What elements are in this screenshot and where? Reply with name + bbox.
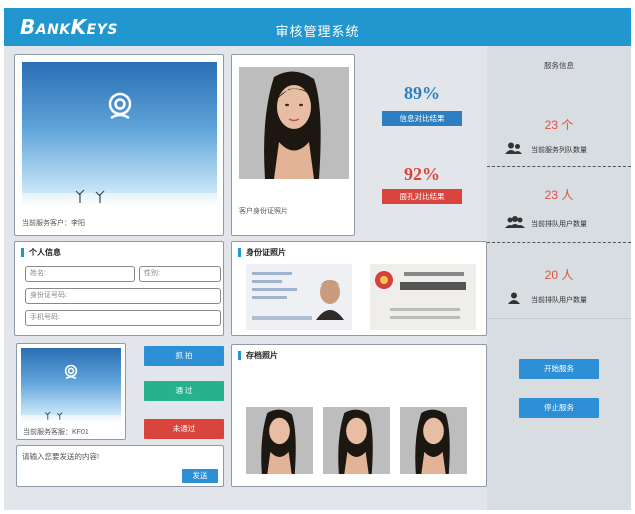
waiting-users-count: 23 人: [544, 188, 574, 202]
page-title: 审核管理系统: [275, 24, 360, 39]
info-match-percent: 89%: [404, 83, 440, 103]
id-card-back: [370, 264, 476, 330]
id-card-front: [246, 264, 352, 330]
divider: [487, 242, 631, 243]
message-panel: 请输入您要发送的内容! 发送: [16, 445, 224, 487]
tree-silhouette: [75, 189, 105, 203]
webcam-icon: [108, 92, 132, 120]
queue-count: 23 个: [544, 118, 574, 132]
webcam-icon: [64, 364, 78, 380]
id-card-photos-title: 身份证照片: [238, 248, 286, 257]
message-input[interactable]: 请输入您要发送的内容!: [22, 451, 99, 462]
name-field[interactable]: 姓名:: [25, 266, 135, 282]
agent-caption: 当前服务客服：KF01: [23, 429, 89, 436]
customer-camera-panel: 当前服务客户：李阳: [14, 54, 224, 236]
gender-field[interactable]: 性别:: [139, 266, 221, 282]
face-match-label: 面孔对比结果: [382, 189, 462, 204]
id-card-photos-panel: 身份证照片: [231, 241, 487, 336]
face-match-percent: 92%: [404, 164, 440, 184]
queue-count-label: 当前服务列队数量: [531, 147, 587, 154]
id-number-field[interactable]: 身份证号码:: [25, 288, 221, 304]
service-info-title: 服务信息: [544, 61, 574, 70]
users-group-icon: [505, 216, 525, 228]
phone-field[interactable]: 手机号码:: [25, 310, 221, 326]
tree-silhouette: [45, 411, 63, 420]
id-compare-panel: 客户身份证照片: [231, 54, 355, 236]
user-icon: [508, 292, 520, 304]
app-window: BANKKEYS 审核管理系统 当前服务客户：李阳 客户身份证照片 89% 信息…: [4, 8, 631, 510]
customer-id-photo: [239, 67, 349, 179]
start-service-button[interactable]: 开始服务: [519, 359, 599, 379]
queued-users-count: 20 人: [544, 268, 574, 282]
id-photo-caption: 客户身份证照片: [239, 208, 288, 215]
archive-photos-panel: 存档照片: [231, 344, 487, 487]
stop-service-button[interactable]: 停止服务: [519, 398, 599, 418]
personal-info-title: 个人信息: [21, 248, 61, 257]
approve-button[interactable]: 通 过: [144, 381, 224, 401]
archive-photo-2[interactable]: [323, 407, 390, 474]
send-button[interactable]: 发送: [182, 469, 218, 483]
agent-camera-panel: 当前服务客服：KF01: [16, 343, 126, 440]
customer-video-feed[interactable]: [22, 62, 217, 208]
waiting-users-label: 当前排队用户数量: [531, 221, 587, 228]
queued-users-label: 当前排队用户数量: [531, 297, 587, 304]
reject-button[interactable]: 未通过: [144, 419, 224, 439]
divider: [487, 166, 631, 167]
archive-photo-1[interactable]: [246, 407, 313, 474]
agent-video-feed[interactable]: [21, 348, 121, 422]
service-info-sidebar: 服务信息 23 个 当前服务列队数量 23 人 当前排队用户数量 20 人 当前…: [487, 46, 631, 510]
customer-caption: 当前服务客户：李阳: [22, 220, 85, 227]
archive-photo-3[interactable]: [400, 407, 467, 474]
info-match-label: 信息对比结果: [382, 111, 462, 126]
header-bar: BANKKEYS 审核管理系统: [4, 8, 631, 46]
personal-info-panel: 个人信息 姓名: 性别: 身份证号码: 手机号码:: [14, 241, 224, 336]
capture-button[interactable]: 抓 拍: [144, 346, 224, 366]
archive-photos-title: 存档照片: [238, 351, 278, 360]
users-group-icon: [505, 142, 522, 154]
